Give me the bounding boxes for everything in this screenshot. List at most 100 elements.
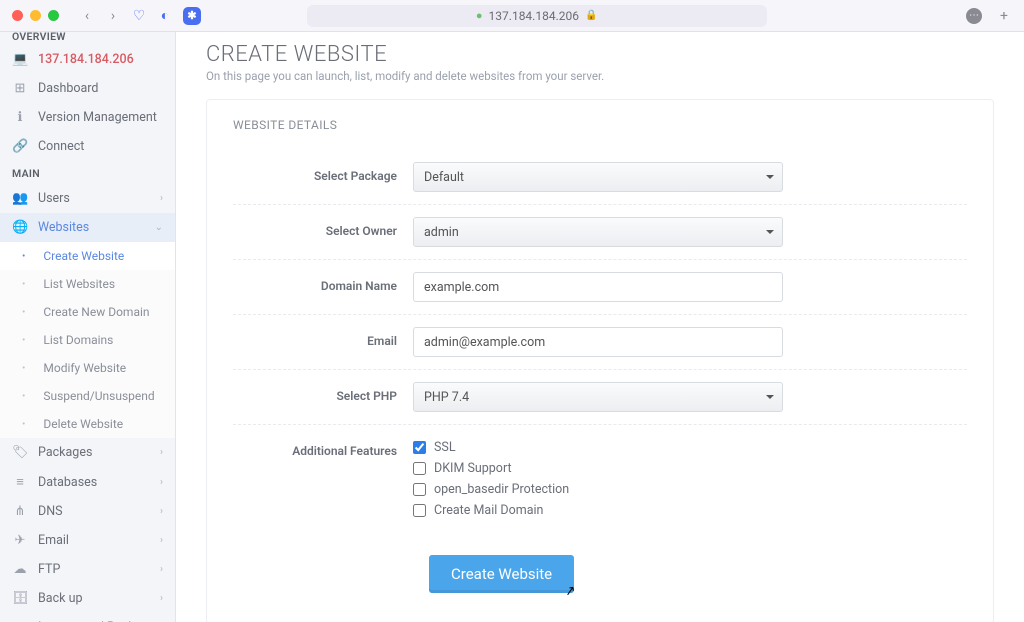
new-tab-icon[interactable]: + [996, 8, 1012, 24]
server-ip-label: 137.184.184.206 [38, 52, 163, 67]
sidebar-item-connect[interactable]: 🔗 Connect [0, 132, 175, 161]
feature-row-ssl: SSL [413, 437, 783, 458]
feature-row-open-basedir-protection: open_basedir Protection [413, 479, 783, 500]
sidebar-subitem-list-domains[interactable]: List Domains [0, 326, 175, 354]
domain-input[interactable] [413, 272, 783, 302]
laptop-icon: 💻 [12, 52, 28, 67]
label-domain: Domain Name [233, 272, 413, 293]
more-icon[interactable]: ⋯ [966, 8, 982, 24]
label-php: Select PHP [233, 382, 413, 403]
dns-icon: ⋔ [12, 504, 28, 519]
page-subtitle: On this page you can launch, list, modif… [206, 69, 994, 83]
feature-label: Create Mail Domain [434, 503, 543, 518]
sidebar-item-label: Databases [38, 475, 150, 490]
packages-icon: 🏷 [12, 445, 28, 460]
sidebar-item-email[interactable]: ✈Email› [0, 526, 175, 555]
sidebar-item-incremental-back-up[interactable]: 🗃Incremental Back up› [0, 613, 175, 622]
sidebar-item-server-ip[interactable]: 💻 137.184.184.206 [0, 45, 175, 74]
sidebar-item-users[interactable]: 👥 Users › [0, 184, 175, 213]
maximize-window-icon[interactable] [48, 10, 59, 21]
feature-checkbox-dkim-support[interactable] [413, 462, 426, 475]
features-group: SSL DKIM Support open_basedir Protection Cr… [413, 437, 783, 521]
email-input[interactable] [413, 327, 783, 357]
sidebar-subitem-label: Create Website [43, 249, 163, 263]
sidebar-item-back-up[interactable]: 🗄 Back up › [0, 584, 175, 613]
chevron-right-icon: › [160, 593, 163, 604]
backup-icon: 🗄 [12, 591, 28, 606]
feature-checkbox-create-mail-domain[interactable] [413, 504, 426, 517]
back-icon[interactable]: ‹ [79, 8, 95, 24]
sidebar-subitem-modify-website[interactable]: Modify Website [0, 354, 175, 382]
ftp-icon: ☁ [12, 562, 28, 577]
extension-icon[interactable]: ✱ [183, 7, 201, 25]
address-url: 137.184.184.206 [489, 9, 579, 23]
select-owner[interactable]: admin [413, 217, 783, 247]
sidebar-item-dashboard[interactable]: ⊞Dashboard [0, 74, 175, 103]
sidebar-item-version-management[interactable]: ℹVersion Management [0, 103, 175, 132]
feature-checkbox-ssl[interactable] [413, 441, 426, 454]
content: CREATE WEBSITE On this page you can laun… [176, 32, 1024, 622]
sidebar-item-label: Email [38, 533, 150, 548]
address-bar[interactable]: ● 137.184.184.206 🔒 [307, 5, 767, 27]
version-icon: ℹ [12, 110, 28, 125]
feature-row-create-mail-domain: Create Mail Domain [413, 500, 783, 521]
sidebar-subitem-label: List Domains [43, 333, 163, 347]
secure-icon: ● [476, 9, 483, 22]
label-features: Additional Features [233, 437, 413, 458]
card-section-title: WEBSITE DETAILS [233, 118, 967, 132]
create-website-button[interactable]: Create Website [429, 555, 574, 593]
feature-label: SSL [434, 440, 456, 455]
sidebar-item-ftp[interactable]: ☁FTP› [0, 555, 175, 584]
close-window-icon[interactable] [12, 10, 23, 21]
sidebar-section-main: MAIN [0, 161, 175, 184]
forward-icon[interactable]: › [105, 8, 121, 24]
sidebar-subitem-suspend-unsuspend[interactable]: Suspend/Unsuspend [0, 382, 175, 410]
sidebar-section-overview: OVERVIEW [0, 32, 175, 45]
databases-icon: ≡ [12, 474, 28, 490]
chevron-right-icon: › [160, 447, 163, 458]
email-icon: ✈ [12, 533, 28, 548]
sidebar-subitem-label: List Websites [43, 277, 163, 291]
chevron-right-icon: › [160, 564, 163, 575]
sidebar-item-databases[interactable]: ≡ Databases › [0, 467, 175, 497]
chevron-right-icon: › [160, 193, 163, 204]
sidebar-subitem-create-new-domain[interactable]: Create New Domain [0, 298, 175, 326]
sidebar-item-label: DNS [38, 504, 150, 519]
users-icon: 👥 [12, 191, 28, 206]
sidebar-item-websites[interactable]: 🌐Websites⌄ [0, 213, 175, 242]
browser-chrome: ‹ › ♡ ◐ ✱ ● 137.184.184.206 🔒 ⋯ + [0, 0, 1024, 32]
chevron-right-icon: › [160, 477, 163, 488]
dashboard-icon: ⊞ [12, 81, 28, 96]
sidebar-item-label: Users [38, 191, 150, 206]
page-title: CREATE WEBSITE [206, 42, 994, 67]
sidebar-subitem-label: Modify Website [43, 361, 163, 375]
label-email: Email [233, 327, 413, 348]
traffic-lights [12, 10, 59, 21]
sidebar-subitem-label: Suspend/Unsuspend [43, 389, 163, 403]
website-details-card: WEBSITE DETAILS Select Package Default S… [206, 99, 994, 622]
moon-icon[interactable]: ◐ [157, 8, 173, 24]
connect-icon: 🔗 [12, 139, 28, 154]
sidebar-item-label: Packages [38, 445, 150, 460]
sidebar-item-label: Connect [38, 139, 163, 154]
shield-icon[interactable]: ♡ [131, 8, 147, 24]
feature-row-dkim-support: DKIM Support [413, 458, 783, 479]
lock-icon: 🔒 [585, 10, 597, 21]
sidebar-item-packages[interactable]: 🏷 Packages › [0, 438, 175, 467]
sidebar-subitem-list-websites[interactable]: List Websites [0, 270, 175, 298]
minimize-window-icon[interactable] [30, 10, 41, 21]
chevron-right-icon: › [160, 506, 163, 517]
sidebar-item-label: Back up [38, 591, 150, 606]
websites-icon: 🌐 [12, 220, 28, 235]
select-php[interactable]: PHP 7.4 [413, 382, 783, 412]
sidebar: OVERVIEW 💻 137.184.184.206 ⊞DashboardℹVe… [0, 32, 176, 622]
label-owner: Select Owner [233, 217, 413, 238]
feature-label: open_basedir Protection [434, 482, 569, 497]
sidebar-submenu-websites: Create Website List Websites Create New Do… [0, 242, 175, 438]
select-package[interactable]: Default [413, 162, 783, 192]
chevron-down-icon: ⌄ [155, 222, 163, 233]
sidebar-item-dns[interactable]: ⋔ DNS › [0, 497, 175, 526]
feature-checkbox-open-basedir-protection[interactable] [413, 483, 426, 496]
sidebar-subitem-create-website[interactable]: Create Website [0, 242, 175, 270]
sidebar-subitem-delete-website[interactable]: Delete Website [0, 410, 175, 438]
